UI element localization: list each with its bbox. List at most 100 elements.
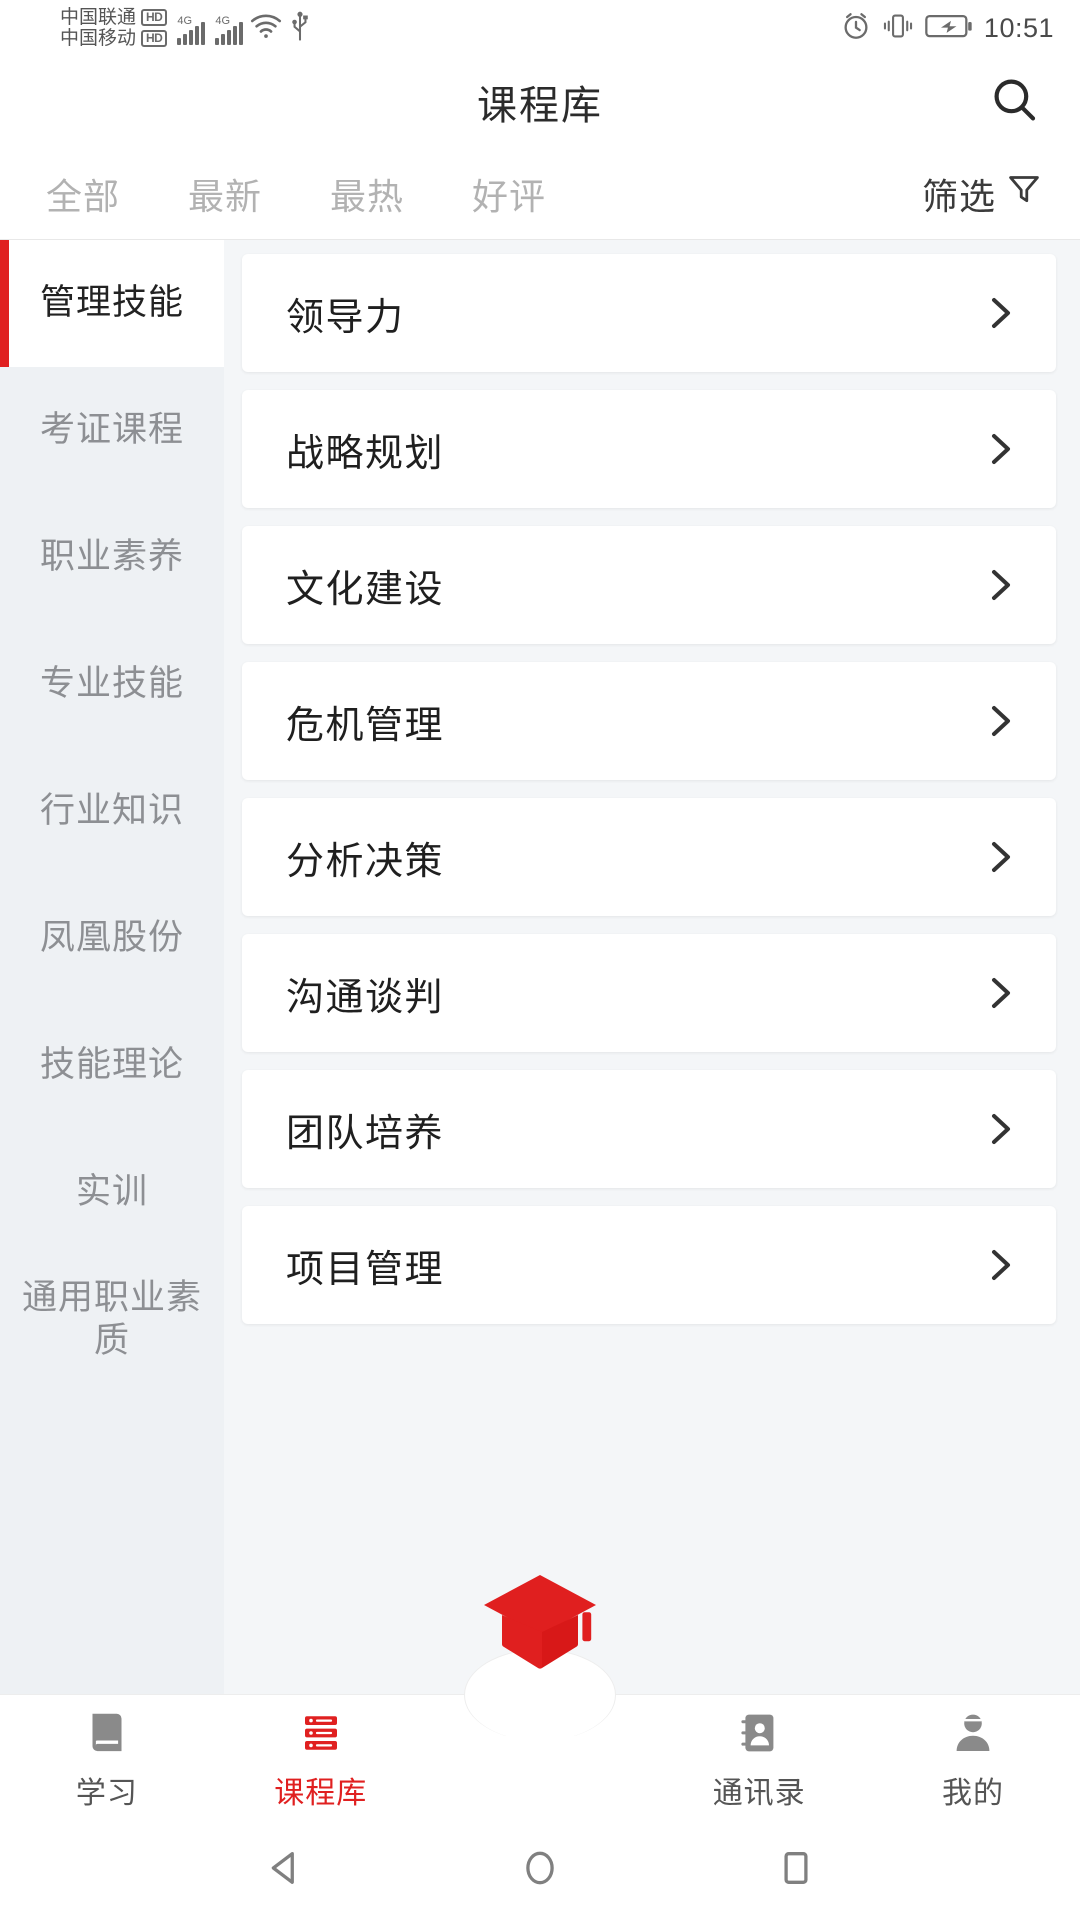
search-button[interactable] [984, 71, 1046, 133]
nav-item-label: 学习 [75, 1777, 138, 1810]
carrier-row-1: 中国联通 HD [60, 6, 168, 28]
sidebar-item-label: 技能理论 [39, 1045, 184, 1085]
hd-badge-1: HD [141, 8, 168, 26]
carrier-2-name: 中国移动 [60, 28, 137, 49]
app-root: 中国联通 HD 中国移动 HD 4G 4G 10:51 课程库 全部 最新 最热… [0, 0, 1080, 1920]
sidebar-item-label: 考证课程 [39, 410, 184, 450]
course-card-leadership[interactable]: 领导力 [242, 254, 1056, 372]
chevron-right-icon [978, 1107, 1022, 1151]
course-card-team-development[interactable]: 团队培养 [242, 1070, 1056, 1188]
sidebar-item-label: 实训 [75, 1172, 148, 1212]
sidebar-item-label: 行业知识 [39, 791, 184, 831]
nav-item-center-spacer [428, 1574, 653, 1709]
tab-newest[interactable]: 最新 [188, 168, 262, 220]
network-type-1: 4G [177, 15, 193, 27]
nav-item-study[interactable]: 学习 [0, 1695, 214, 1812]
nav-item-label: 课程库 [274, 1777, 368, 1810]
sidebar-item-label: 专业技能 [39, 664, 184, 704]
course-title: 团队培养 [286, 1112, 445, 1155]
nav-item-mine[interactable]: 我的 [866, 1695, 1080, 1812]
sidebar-item-label: 职业素养 [39, 537, 184, 577]
chevron-right-icon [978, 971, 1022, 1015]
nav-item-contacts[interactable]: 通讯录 [652, 1695, 866, 1812]
course-list: 领导力 战略规划 文化建设 危机管理 分析决策 沟通谈判 团队培养 项目管理 [224, 240, 1080, 1694]
sidebar-item-certification-courses[interactable]: 考证课程 [0, 367, 224, 494]
carrier-1-name: 中国联通 [60, 6, 137, 28]
usb-icon [289, 11, 311, 46]
signal-group-1: 4G [177, 11, 206, 45]
wifi-icon [249, 12, 283, 45]
status-bar-left: 中国联通 HD 中国移动 HD 4G 4G [60, 7, 311, 50]
sidebar-item-professional-quality[interactable]: 职业素养 [0, 494, 224, 621]
course-card-culture-building[interactable]: 文化建设 [242, 526, 1056, 644]
course-title: 沟通谈判 [286, 976, 445, 1019]
course-title: 领导力 [286, 296, 405, 339]
tab-newest-label: 最新 [188, 175, 263, 217]
nav-item-label: 我的 [942, 1777, 1005, 1810]
sidebar-item-label: 管理技能 [39, 283, 184, 323]
chevron-right-icon [978, 563, 1022, 607]
tab-all[interactable]: 全部 [46, 168, 120, 220]
course-title: 文化建设 [286, 568, 445, 611]
android-system-nav [0, 1820, 1080, 1920]
tab-all-label: 全部 [46, 175, 121, 217]
sidebar-item-label: 通用职业素质 [21, 1277, 202, 1360]
carrier-labels: 中国联通 HD 中国移动 HD [60, 6, 168, 50]
content-body: 管理技能 考证课程 职业素养 专业技能 行业知识 凤凰股份 技能理论 实训 通用… [0, 240, 1080, 1694]
tab-hottest-label: 最热 [330, 175, 405, 217]
sidebar-item-practical-training[interactable]: 实训 [0, 1129, 224, 1256]
category-sidebar[interactable]: 管理技能 考证课程 职业素养 专业技能 行业知识 凤凰股份 技能理论 实训 通用… [0, 240, 224, 1694]
home-button[interactable] [505, 1835, 575, 1905]
chevron-right-icon [978, 427, 1022, 471]
contacts-icon [735, 1709, 783, 1762]
course-stack-icon [297, 1709, 345, 1762]
sidebar-item-management-skills[interactable]: 管理技能 [0, 240, 224, 367]
filter-button[interactable]: 筛选 [922, 168, 1050, 220]
chevron-right-icon [978, 291, 1022, 335]
course-card-communication-negotiation[interactable]: 沟通谈判 [242, 934, 1056, 1052]
tab-hottest[interactable]: 最热 [330, 168, 404, 220]
sidebar-item-skill-theory[interactable]: 技能理论 [0, 1002, 224, 1129]
course-card-crisis-management[interactable]: 危机管理 [242, 662, 1056, 780]
back-button[interactable] [249, 1835, 319, 1905]
graduation-cap-icon [478, 1567, 602, 1682]
status-clock: 10:51 [983, 12, 1054, 43]
back-triangle-icon [262, 1846, 306, 1895]
course-title: 分析决策 [286, 840, 445, 883]
course-title: 战略规划 [286, 432, 445, 475]
battery-charging-icon [925, 12, 973, 45]
chevron-right-icon [978, 835, 1022, 879]
course-card-strategic-planning[interactable]: 战略规划 [242, 390, 1056, 508]
funnel-icon [1006, 171, 1042, 216]
status-bar: 中国联通 HD 中国移动 HD 4G 4G 10:51 [0, 0, 1080, 56]
sidebar-item-general-vocational-quality[interactable]: 通用职业素质 [0, 1256, 224, 1383]
book-icon [83, 1709, 131, 1762]
search-icon [989, 74, 1041, 131]
sidebar-item-label: 凤凰股份 [39, 918, 184, 958]
nav-item-course-library[interactable]: 课程库 [214, 1695, 428, 1812]
hd-badge-2: HD [141, 30, 168, 48]
sidebar-item-industry-knowledge[interactable]: 行业知识 [0, 748, 224, 875]
alarm-icon [841, 11, 871, 46]
tab-top-rated-label: 好评 [472, 175, 547, 217]
app-header: 课程库 [0, 56, 1080, 148]
filter-button-label: 筛选 [921, 175, 996, 217]
chevron-right-icon [978, 699, 1022, 743]
recents-button[interactable] [761, 1835, 831, 1905]
network-type-2: 4G [215, 15, 231, 27]
course-fab-button[interactable] [475, 1565, 605, 1683]
course-card-project-management[interactable]: 项目管理 [242, 1206, 1056, 1324]
chevron-right-icon [978, 1243, 1022, 1287]
vibrate-icon [882, 11, 914, 46]
recents-square-icon [774, 1846, 818, 1895]
bottom-nav: 学习 课程库 通讯录 我的 [0, 1574, 1080, 1820]
signal-group-2: 4G [215, 11, 244, 45]
person-icon [949, 1709, 997, 1762]
sidebar-item-specialized-skills[interactable]: 专业技能 [0, 621, 224, 748]
carrier-row-2: 中国移动 HD [60, 28, 168, 49]
sidebar-item-phoenix-shares[interactable]: 凤凰股份 [0, 875, 224, 1002]
page-title: 课程库 [477, 84, 603, 128]
home-circle-icon [518, 1846, 562, 1895]
tab-top-rated[interactable]: 好评 [472, 168, 546, 220]
course-card-analysis-decision[interactable]: 分析决策 [242, 798, 1056, 916]
